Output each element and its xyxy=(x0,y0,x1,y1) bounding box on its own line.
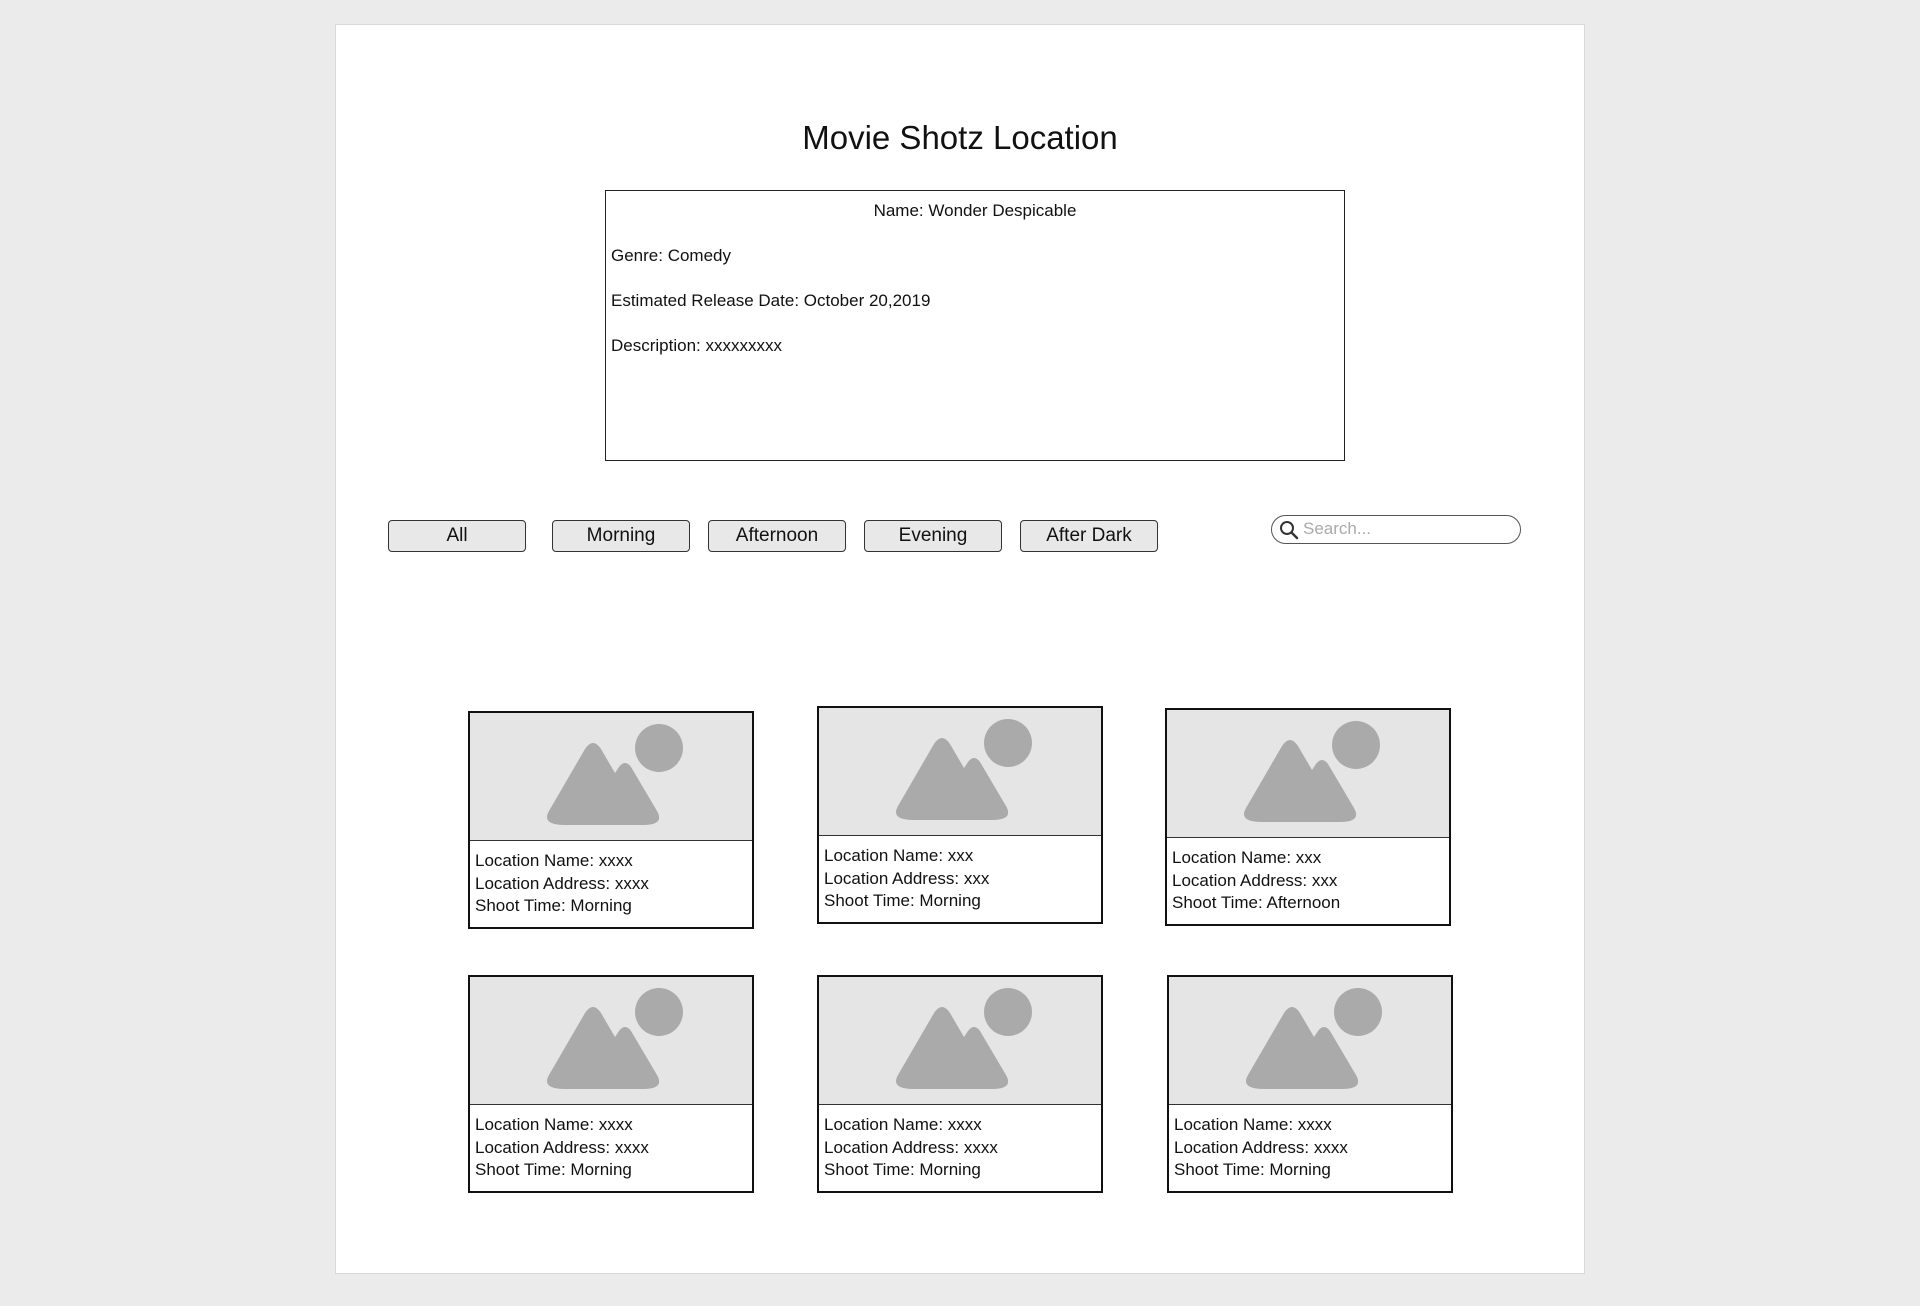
movie-release-date: Estimated Release Date: October 20,2019 xyxy=(611,291,931,310)
image-placeholder-icon xyxy=(896,719,1032,820)
location-image xyxy=(470,977,752,1105)
location-card[interactable]: Location Name: xxxx Location Address: xxx… xyxy=(468,975,754,1193)
location-image xyxy=(1167,710,1449,838)
movie-info-panel: Name: Wonder Despicable Genre: Comedy Es… xyxy=(605,190,1345,461)
image-placeholder-icon xyxy=(896,988,1032,1089)
location-shoot-time: Shoot Time: Morning xyxy=(475,896,632,915)
location-shoot-time: Shoot Time: Morning xyxy=(1174,1160,1331,1179)
location-shoot-time: Shoot Time: Morning xyxy=(475,1160,632,1179)
location-address: Location Address: xxxx xyxy=(475,1137,649,1157)
image-placeholder-icon xyxy=(547,988,683,1089)
location-shoot-time: Shoot Time: Afternoon xyxy=(1172,893,1341,912)
location-details: Location Name: xxxx Location Address: xxx… xyxy=(824,1114,998,1182)
movie-genre: Genre: Comedy xyxy=(611,246,731,265)
image-placeholder-icon xyxy=(1244,721,1380,822)
movie-description: Description: xxxxxxxxx xyxy=(611,336,782,355)
location-details: Location Name: xxxx Location Address: xxx… xyxy=(1174,1114,1348,1182)
location-address: Location Address: xxxx xyxy=(1174,1137,1348,1157)
search-box[interactable] xyxy=(1271,515,1521,544)
location-image xyxy=(1169,977,1451,1105)
location-details: Location Name: xxx Location Address: xxx S… xyxy=(824,845,989,913)
location-shoot-time: Shoot Time: Morning xyxy=(824,1160,981,1179)
location-image xyxy=(470,713,752,841)
page-title: Movie Shotz Location xyxy=(802,119,1118,156)
filter-evening-button[interactable]: Evening xyxy=(864,520,1002,552)
filter-after-dark-button[interactable]: After Dark xyxy=(1020,520,1158,552)
location-name: Location Name: xxxx xyxy=(475,1115,633,1134)
location-image xyxy=(819,708,1101,836)
location-card[interactable]: Location Name: xxxx Location Address: xxx… xyxy=(817,975,1103,1193)
location-name: Location Name: xxxx xyxy=(824,1115,982,1134)
location-name: Location Name: xxxx xyxy=(475,851,633,870)
search-icon xyxy=(1280,521,1299,540)
location-name: Location Name: xxxx xyxy=(1174,1115,1332,1134)
search-input[interactable] xyxy=(1303,518,1508,540)
app-canvas: Movie Shotz Location Name: Wonder Despic… xyxy=(0,0,1920,1306)
location-address: Location Address: xxxx xyxy=(475,873,649,893)
movie-name: Name: Wonder Despicable xyxy=(873,201,1077,220)
location-card[interactable]: Location Name: xxxx Location Address: xxx… xyxy=(1167,975,1453,1193)
image-placeholder-icon xyxy=(1246,988,1382,1089)
location-address: Location Address: xxxx xyxy=(824,1137,998,1157)
filter-all-button[interactable]: All xyxy=(388,520,526,552)
image-placeholder-icon xyxy=(547,724,683,825)
location-details: Location Name: xxx Location Address: xxx S… xyxy=(1172,847,1340,915)
location-card[interactable]: Location Name: xxx Location Address: xxx S… xyxy=(817,706,1103,924)
location-details: Location Name: xxxx Location Address: xxx… xyxy=(475,850,649,918)
location-image xyxy=(819,977,1101,1105)
location-card[interactable]: Location Name: xxx Location Address: xxx S… xyxy=(1165,708,1451,926)
location-card[interactable]: Location Name: xxxx Location Address: xxx… xyxy=(468,711,754,929)
location-details: Location Name: xxxx Location Address: xxx… xyxy=(475,1114,649,1182)
location-name: Location Name: xxx xyxy=(1172,848,1322,867)
location-shoot-time: Shoot Time: Morning xyxy=(824,891,981,910)
location-address: Location Address: xxx xyxy=(1172,870,1338,890)
location-address: Location Address: xxx xyxy=(824,868,990,888)
filter-morning-button[interactable]: Morning xyxy=(552,520,690,552)
location-name: Location Name: xxx xyxy=(824,846,974,865)
page-panel: Movie Shotz Location Name: Wonder Despic… xyxy=(335,24,1585,1274)
filter-afternoon-button[interactable]: Afternoon xyxy=(708,520,846,552)
